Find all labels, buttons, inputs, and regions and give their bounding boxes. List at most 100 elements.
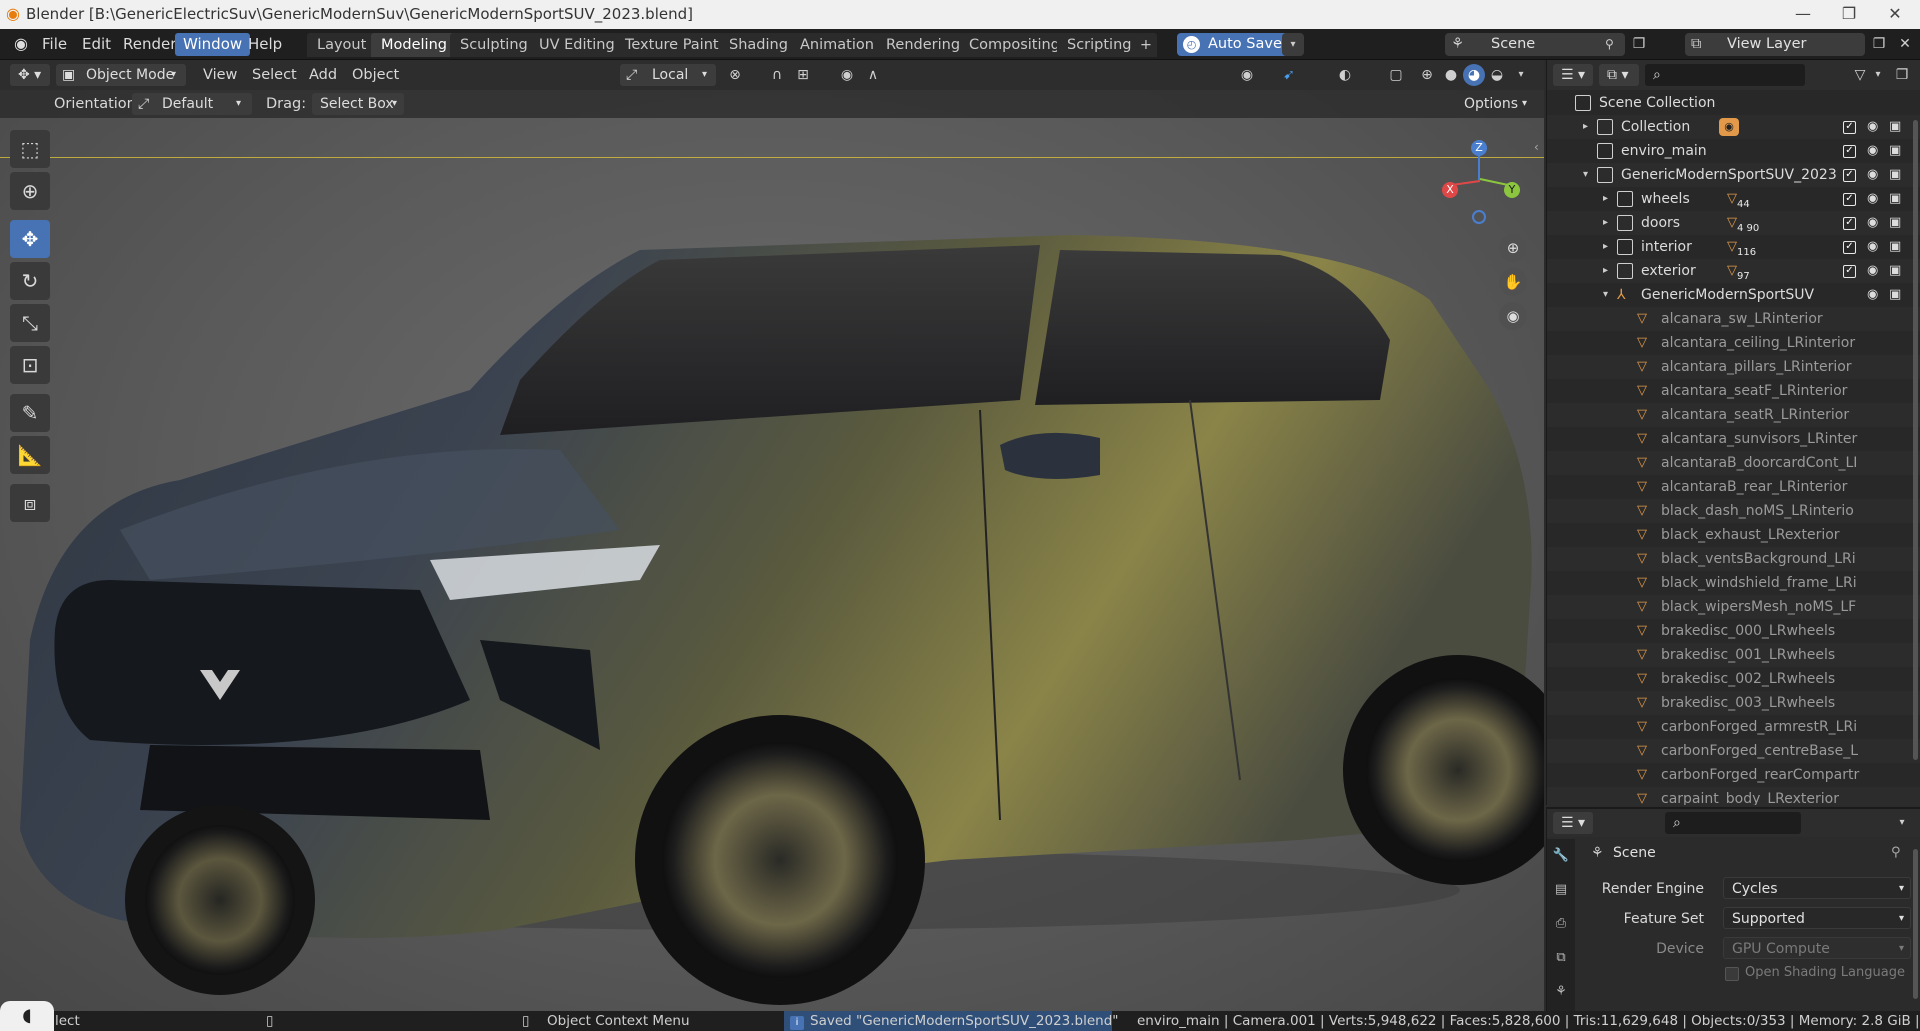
gizmo-z[interactable]: Z <box>1471 140 1487 156</box>
pin-icon[interactable]: ⚲ <box>1605 33 1614 56</box>
outliner-object-row[interactable]: ▽ brakedisc_003_LRwheels <box>1547 691 1920 715</box>
properties-pin-icon[interactable]: ⚲ <box>1891 845 1901 860</box>
outliner-object-row[interactable]: ▽ alcantara_sunvisors_LRinter <box>1547 427 1920 451</box>
navigation-gizmo[interactable]: Z Y X <box>1440 130 1520 224</box>
tab-rendering[interactable]: Rendering <box>876 33 971 57</box>
outliner-object-row[interactable]: ▽ carbonForged_rearCompartr <box>1547 763 1920 787</box>
outliner-object-row[interactable]: ▽ carpaint_body_LRexterior <box>1547 787 1920 805</box>
mode-selector[interactable]: ▣ Object Mode ▾ <box>56 64 186 86</box>
expand-triangle-icon[interactable]: ▸ <box>1603 187 1608 211</box>
render-camera-icon[interactable]: ▣ <box>1889 283 1901 307</box>
menu-add[interactable]: Add <box>309 64 337 86</box>
camera-view-icon[interactable]: ◉ <box>1499 302 1527 330</box>
outliner-collection-row[interactable]: ▾ GenericModernSportSUV_2023 ✓ ◉ ▣ <box>1547 163 1920 187</box>
render-camera-icon[interactable]: ▣ <box>1889 259 1901 283</box>
eye-icon[interactable]: ◉ <box>1867 115 1878 139</box>
render-camera-icon[interactable]: ▣ <box>1889 115 1901 139</box>
outliner-collection-row[interactable]: ▸ Collection ◉ ✓ ◉ ▣ <box>1547 115 1920 139</box>
solid-shading-icon[interactable]: ● <box>1440 64 1462 86</box>
expand-triangle-icon[interactable]: ▸ <box>1603 259 1608 283</box>
scale-tool[interactable]: ⤡ <box>10 304 50 342</box>
properties-options-chevron-down-icon[interactable]: ▾ <box>1891 812 1913 834</box>
tab-scripting[interactable]: Scripting <box>1057 33 1142 57</box>
outliner-collection-row[interactable]: ▸ interior ▽ 116 ✓ ◉ ▣ <box>1547 235 1920 259</box>
remove-view-layer-icon[interactable]: ✕ <box>1894 33 1916 55</box>
blender-menu-icon[interactable]: ◉ <box>10 33 32 55</box>
exclude-checkbox[interactable]: ✓ <box>1843 145 1856 158</box>
exclude-checkbox[interactable]: ✓ <box>1843 265 1856 278</box>
eye-icon[interactable]: ◉ <box>1867 235 1878 259</box>
outliner-object-row[interactable]: ▽ carbonForged_armrestR_LRi <box>1547 715 1920 739</box>
drag-dropdown[interactable]: Select Box ▾ <box>312 93 404 115</box>
render-camera-icon[interactable]: ▣ <box>1889 187 1901 211</box>
3d-viewport[interactable]: ✥ ▾ ▣ Object Mode ▾ View Select Add Obje… <box>0 60 1544 1011</box>
properties-search-input[interactable]: ⌕ <box>1665 812 1801 834</box>
render-engine-dropdown[interactable]: Cycles ▾ <box>1723 877 1911 899</box>
menu-view[interactable]: View <box>203 64 237 86</box>
measure-tool[interactable]: 📐 <box>10 436 50 474</box>
outliner-object-row[interactable]: ▽ alcantara_ceiling_LRinterior <box>1547 331 1920 355</box>
scene-tab-icon[interactable]: ⚘ <box>1550 981 1572 1003</box>
close-window-button[interactable]: ✕ <box>1872 0 1918 29</box>
osl-checkbox[interactable] <box>1725 967 1739 981</box>
menu-select[interactable]: Select <box>252 64 297 86</box>
select-box-tool[interactable]: ⬚ <box>10 130 50 168</box>
collapse-triangle-icon[interactable]: ▾ <box>1603 283 1608 307</box>
exclude-checkbox[interactable]: ✓ <box>1843 193 1856 206</box>
outliner-object-row[interactable]: ▽ alcantaraB_rear_LRinterior <box>1547 475 1920 499</box>
menu-render[interactable]: Render <box>115 33 184 56</box>
pan-hand-icon[interactable]: ✋ <box>1499 268 1527 296</box>
snap-icon[interactable]: ∩ <box>766 64 788 86</box>
move-tool[interactable]: ✥ <box>10 220 50 258</box>
eye-icon[interactable]: ◉ <box>1867 187 1878 211</box>
editor-type-button[interactable]: ✥ ▾ <box>10 64 50 86</box>
outliner-collection-row[interactable]: ▾ ⅄ GenericModernSportSUV ◉ ▣ <box>1547 283 1920 307</box>
material-preview-icon[interactable]: ◕ <box>1463 64 1485 86</box>
new-scene-icon[interactable]: ❐ <box>1628 33 1650 55</box>
falloff-icon[interactable]: ∧ <box>862 64 884 86</box>
visibility-icon[interactable]: ◉ <box>1236 64 1258 86</box>
outliner-object-row[interactable]: ▽ brakedisc_000_LRwheels <box>1547 619 1920 643</box>
device-dropdown[interactable]: GPU Compute ▾ <box>1723 937 1911 959</box>
menu-object[interactable]: Object <box>352 64 399 86</box>
outliner-editor-type[interactable]: ☰ ▾ <box>1553 64 1593 86</box>
gizmo-y[interactable]: Y <box>1504 182 1520 198</box>
tab-layout[interactable]: Layout <box>307 33 377 57</box>
outliner-object-row[interactable]: ▽ black_ventsBackground_LRi <box>1547 547 1920 571</box>
outliner-scrollbar[interactable] <box>1913 120 1918 760</box>
tab-sculpting[interactable]: Sculpting <box>450 33 538 57</box>
outliner-collection-row[interactable]: enviro_main ✓ ◉ ▣ <box>1547 139 1920 163</box>
feature-set-dropdown[interactable]: Supported ▾ <box>1723 907 1911 929</box>
tab-uv-editing[interactable]: UV Editing <box>529 33 625 57</box>
sidebar-toggle-chevron-icon[interactable]: ‹ <box>1534 140 1544 154</box>
new-collection-icon[interactable]: ❐ <box>1891 64 1913 86</box>
properties-editor-type[interactable]: ☰ ▾ <box>1553 812 1593 834</box>
menu-edit[interactable]: Edit <box>74 33 119 56</box>
exclude-checkbox[interactable]: ✓ <box>1843 121 1856 134</box>
overlays-icon[interactable]: ◐ <box>1334 64 1356 86</box>
tab-compositing[interactable]: Compositing <box>959 33 1070 57</box>
orientation-dropdown[interactable]: ⤢ Default ▾ <box>132 93 252 115</box>
exclude-checkbox[interactable]: ✓ <box>1843 241 1856 254</box>
render-camera-icon[interactable]: ▣ <box>1889 139 1901 163</box>
add-cube-tool[interactable]: ⧈ <box>10 484 50 522</box>
outliner-object-row[interactable]: ▽ alcanara_sw_LRinterior <box>1547 307 1920 331</box>
eye-icon[interactable]: ◉ <box>1867 139 1878 163</box>
scene-selector[interactable]: ⚘ Scene ⚲ <box>1445 33 1625 56</box>
gizmo-toggle-icon[interactable]: ➹ <box>1278 64 1300 86</box>
view-layer-tab-icon[interactable]: ⧉ <box>1550 947 1572 969</box>
exclude-checkbox[interactable]: ✓ <box>1843 169 1856 182</box>
eye-icon[interactable]: ◉ <box>1867 163 1878 187</box>
gizmo-neg-z[interactable] <box>1472 210 1486 224</box>
display-mode-button[interactable]: ⧉ ▾ <box>1599 64 1639 86</box>
outliner-collection-row[interactable]: Scene Collection <box>1547 91 1920 115</box>
tab-animation[interactable]: Animation <box>790 33 884 57</box>
exclude-checkbox[interactable]: ✓ <box>1843 217 1856 230</box>
filter-chevron-down-icon[interactable]: ▾ <box>1867 64 1889 86</box>
menu-window[interactable]: Window <box>175 33 251 56</box>
expand-triangle-icon[interactable]: ▸ <box>1583 115 1588 139</box>
outliner-object-row[interactable]: ▽ alcantara_pillars_LRinterior <box>1547 355 1920 379</box>
wireframe-shading-icon[interactable]: ⊕ <box>1416 64 1438 86</box>
proportional-edit-icon[interactable]: ◉ <box>836 64 858 86</box>
outliner-object-row[interactable]: ▽ alcantara_seatR_LRinterior <box>1547 403 1920 427</box>
